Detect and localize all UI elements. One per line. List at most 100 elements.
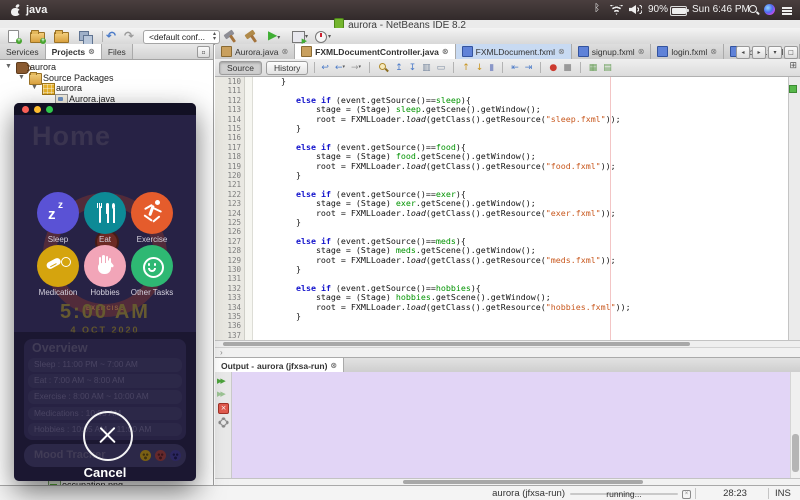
wifi-icon[interactable] [610,5,623,15]
editor-tab[interactable]: login.fxml ⊗ [651,44,724,59]
close-tab-icon[interactable]: ⊗ [558,47,565,56]
folder-icon [29,71,42,85]
status-process: aurora (jfxsa-run) [492,488,565,499]
zoom-window-icon[interactable] [46,106,53,113]
history-view-button[interactable]: History [265,60,309,75]
minimize-window-icon[interactable] [34,106,41,113]
expand-arrow-icon[interactable]: ▼ [18,74,25,81]
find-prev-icon[interactable]: ↥ [395,62,403,74]
code-line: 110 } [227,77,286,86]
shift-left-icon[interactable]: ⇤ [511,62,519,74]
code-line: 129 root = FXMLLoader.load(getClass().ge… [227,254,616,265]
open-project-button[interactable] [53,30,69,43]
editor-tab[interactable]: FXMLDocument.fxml ⊗ [455,44,572,59]
apple-menu-icon[interactable] [11,5,22,16]
progress-text: running... [606,489,642,499]
stop-macro-icon[interactable]: ■ [563,62,572,74]
activity-sleep-button[interactable]: zz [37,192,79,234]
breadcrumb-bar[interactable]: › [215,347,800,357]
close-tab-icon[interactable]: ⊗ [710,47,717,56]
app-window-titlebar[interactable] [14,103,196,115]
find-selection-icon[interactable] [378,62,389,73]
profile-project-button[interactable]: ▾ [313,30,331,43]
shift-right-icon[interactable]: ⇥ [525,62,533,74]
forward-icon[interactable]: →▾ [351,61,361,74]
activity-hobbies-button[interactable] [84,245,126,287]
sidebar-tab-services[interactable]: Services [0,44,46,59]
new-file-button[interactable]: + [5,30,22,44]
error-stripe [788,77,800,340]
menubar-clock[interactable]: Sun 6:46 PM [692,4,750,15]
expand-arrow-icon[interactable]: ▼ [5,63,12,70]
last-edit-icon[interactable]: ↩ [321,62,329,74]
output-vscrollbar[interactable] [790,372,800,479]
configuration-select[interactable]: <default conf... ▴ ▾ [143,30,220,44]
activity-medication-button[interactable] [37,245,79,287]
output-tab[interactable]: Output - aurora (jfxsa-run) ⊗ [215,358,345,373]
activity-exercise-button[interactable] [131,192,173,234]
app-menu[interactable]: java [26,4,47,16]
editor-tab[interactable]: signup.fxml ⊗ [571,44,652,59]
other-tasks-smiley-icon [131,245,173,287]
undo-button[interactable]: ↶ [106,29,116,43]
previous-occurrence-icon[interactable]: ↑ [462,62,470,74]
close-output-icon[interactable]: ⊗ [330,361,337,370]
rerun-icon[interactable]: ▶▶ [217,376,229,386]
notification-center-icon[interactable] [782,7,792,9]
cancel-button[interactable] [83,411,133,461]
scroll-tabs-left-icon[interactable]: ◂ [736,46,750,59]
minimize-panel-icon[interactable]: ▫ [197,46,210,58]
activity-other-tasks-button[interactable] [131,245,173,287]
volume-icon[interactable] [629,5,636,14]
close-tab-icon[interactable]: ⊗ [442,47,449,56]
bluetooth-icon[interactable]: ᛒ [594,3,600,14]
aurora-app-window[interactable]: Home SLEEP EXERCISE zzSleepEatExerciseMe… [14,103,196,481]
editor-tab[interactable]: FXMLDocumentController.java ⊗ [295,44,456,59]
fxml-file-icon [577,46,589,57]
source-view-button[interactable]: Source [219,60,262,75]
new-project-button[interactable]: + [29,30,46,44]
cancel-progress-icon[interactable]: × [682,490,691,499]
toggle-bookmark-icon[interactable]: ▮ [489,62,494,74]
build-project-button[interactable] [222,29,238,43]
activity-label: Exercise [136,235,168,244]
back-icon[interactable]: ←▾ [335,61,345,74]
uncomment-icon[interactable]: ▤ [603,62,612,74]
battery-icon[interactable] [670,6,689,16]
siri-icon[interactable] [764,4,775,15]
tab-list-icon[interactable]: ▾ [768,46,782,59]
start-macro-icon[interactable]: ● [549,62,557,74]
comment-icon[interactable]: ▦ [589,62,598,74]
close-window-icon[interactable] [22,106,29,113]
debug-project-button[interactable]: ▾ [291,30,308,45]
save-all-button[interactable] [77,30,93,45]
editor-tab[interactable]: Aurora.java ⊗ [215,44,296,59]
java-file-icon [221,46,232,57]
expand-arrow-icon[interactable]: ▼ [31,84,38,91]
find-next-icon[interactable]: ↧ [409,62,417,74]
rerun-debug-icon[interactable]: ▶▶ [217,389,229,399]
close-tab-icon[interactable]: ⊗ [638,47,645,56]
run-project-button[interactable]: ▶▾ [268,29,284,42]
close-tab-icon[interactable]: ⊗ [281,47,288,56]
redo-button[interactable]: ↷ [124,29,134,43]
close-tab-icon[interactable]: ⊗ [88,47,95,56]
maximize-editor-icon[interactable]: □ [784,46,798,59]
battery-percent: 90% [648,4,669,15]
spotlight-icon[interactable] [749,5,759,15]
clean-build-button[interactable] [243,29,259,43]
next-occurrence-icon[interactable]: ↓ [476,62,484,74]
rectangular-selection-icon[interactable]: ▭ [437,62,446,74]
output-console[interactable]: ▶▶ ▶▶ × [215,372,800,479]
copy-history-icon[interactable]: ▥ [422,62,431,74]
sidebar-tab-files[interactable]: Files [101,44,133,59]
code-line: 130 } [227,264,301,274]
stop-build-icon[interactable]: × [217,403,229,414]
code-editor[interactable]: 110 } 111 112 else if (event.getSource()==… [215,77,800,340]
ant-settings-icon[interactable] [217,417,229,427]
activity-eat-button[interactable] [84,192,126,234]
medication-pill-icon [37,245,79,287]
sidebar-tab-projects[interactable]: Projects ⊗ [45,44,102,59]
expand-toolbar-icon[interactable]: ⊞ [789,61,797,71]
scroll-tabs-right-icon[interactable]: ▸ [752,46,766,59]
